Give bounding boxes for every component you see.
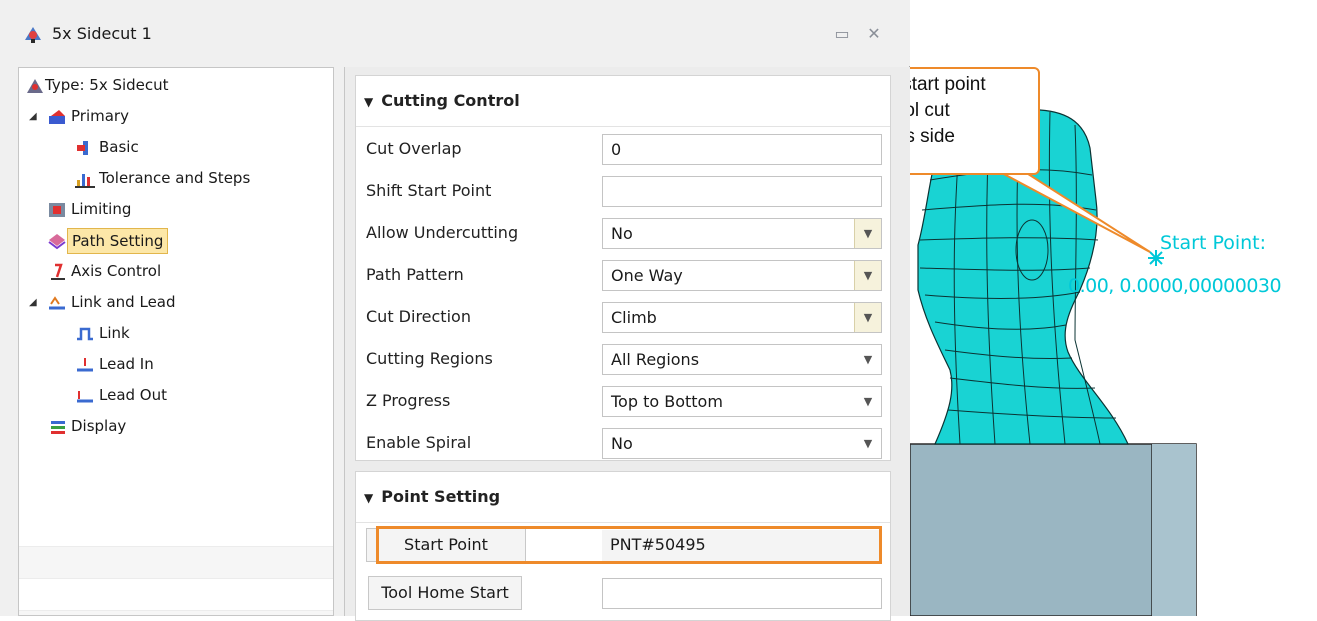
dropdown-arrow-icon[interactable]: ▼	[855, 387, 881, 416]
dropdown-arrow-icon[interactable]: ▼	[855, 345, 881, 374]
field-value: 0	[611, 140, 622, 159]
row-tool-home-start: Tool Home Start	[356, 572, 890, 614]
link-icon	[77, 327, 93, 341]
start-point-coordinates: 0.00, 0.0000,00000030	[1068, 275, 1282, 297]
tree-item-label: Link	[99, 324, 130, 342]
stock-block	[909, 443, 1197, 616]
field-label: Cut Overlap	[366, 139, 462, 158]
cut-direction-combo[interactable]: Climb ▼	[602, 302, 882, 333]
tool-home-start-input[interactable]	[602, 578, 882, 609]
field-value: Top to Bottom	[611, 392, 723, 411]
field-label: Cutting Regions	[366, 349, 493, 368]
tree-item-label: Display	[71, 417, 127, 435]
row-cut-direction: Cut Direction Climb ▼	[356, 296, 890, 338]
field-value: All Regions	[611, 350, 700, 369]
expand-arrow-icon[interactable]: ◢	[29, 287, 37, 318]
operation-type-icon	[27, 79, 43, 93]
close-icon[interactable]: ✕	[866, 26, 882, 42]
tree-empty-rows	[19, 515, 333, 615]
tree-item-label: Basic	[99, 138, 139, 156]
z-progress-dropdown[interactable]: Top to Bottom ▼	[602, 386, 882, 417]
sidecut-dialog: 5x Sidecut 1 ▭ ✕ Type: 5x Sidecut ◢ Prim…	[0, 0, 910, 621]
dropdown-arrow-icon[interactable]: ▼	[854, 219, 881, 248]
row-cutting-regions: Cutting Regions All Regions ▼	[356, 338, 890, 380]
section-title: Cutting Control	[381, 91, 520, 110]
axis-control-icon	[51, 263, 65, 280]
dropdown-arrow-icon[interactable]: ▼	[854, 261, 881, 290]
start-point-label: Start Point:	[1160, 232, 1267, 254]
cutting-control-section: ▼ Cutting Control Cut Overlap 0 Shift Sta…	[355, 75, 891, 461]
lead-out-icon	[77, 391, 93, 403]
field-label: Path Pattern	[366, 265, 464, 284]
row-start-point: Start Point PNT#50495	[356, 524, 890, 566]
start-point-highlight	[376, 526, 882, 564]
cutting-regions-dropdown[interactable]: All Regions ▼	[602, 344, 882, 375]
row-cut-overlap: Cut Overlap 0	[356, 128, 890, 170]
tree-item-label: Limiting	[71, 200, 132, 218]
comment-icon[interactable]: ▭	[834, 26, 850, 42]
collapse-triangle-icon: ▼	[364, 491, 374, 505]
collapse-triangle-icon: ▼	[364, 95, 374, 109]
dialog-title: 5x Sidecut 1	[52, 24, 152, 43]
row-shift-start-point: Shift Start Point	[356, 170, 890, 212]
primary-icon	[49, 110, 65, 124]
point-setting-section: ▼ Point Setting Start Point PNT#50495 Too…	[355, 471, 891, 621]
tree-item-label: Path Setting	[67, 228, 169, 254]
field-value: No	[611, 224, 633, 243]
field-label: Cut Direction	[366, 307, 471, 326]
field-label: Enable Spiral	[366, 433, 472, 452]
dialog-titlebar[interactable]: 5x Sidecut 1 ▭ ✕	[0, 0, 910, 66]
path-setting-icon	[48, 234, 66, 250]
row-path-pattern: Path Pattern One Way ▼	[356, 254, 890, 296]
field-label: Allow Undercutting	[366, 223, 519, 242]
row-z-progress: Z Progress Top to Bottom ▼	[356, 380, 890, 422]
cut-overlap-input[interactable]: 0	[602, 134, 882, 165]
tolerance-icon	[75, 174, 95, 188]
expand-arrow-icon[interactable]: ◢	[29, 101, 37, 132]
path-pattern-combo[interactable]: One Way ▼	[602, 260, 882, 291]
field-label: Z Progress	[366, 391, 451, 410]
display-icon	[51, 421, 65, 434]
tree-item-label: Lead In	[99, 355, 154, 373]
dropdown-arrow-icon[interactable]: ▼	[855, 429, 881, 458]
button-label: Tool Home Start	[381, 583, 509, 602]
tree-item-label: Link and Lead	[71, 293, 176, 311]
cutting-control-header[interactable]: ▼ Cutting Control	[356, 76, 890, 127]
tree-item-label: Tolerance and Steps	[99, 169, 251, 187]
section-title: Point Setting	[381, 487, 501, 506]
shift-start-point-input[interactable]	[602, 176, 882, 207]
enable-spiral-dropdown[interactable]: No ▼	[602, 428, 882, 459]
tool-home-start-button[interactable]: Tool Home Start	[368, 576, 522, 610]
point-setting-header[interactable]: ▼ Point Setting	[356, 472, 890, 523]
field-value: No	[611, 434, 633, 453]
property-panel: ▼ Cutting Control Cut Overlap 0 Shift Sta…	[344, 67, 910, 621]
allow-undercutting-combo[interactable]: No ▼	[602, 218, 882, 249]
tree-item-label: Lead Out	[99, 386, 167, 404]
field-value: One Way	[611, 266, 683, 285]
row-allow-undercutting: Allow Undercutting No ▼	[356, 212, 890, 254]
tree-item-label: Type: 5x Sidecut	[45, 76, 169, 94]
parameter-tree: Type: 5x Sidecut ◢ Primary Basic Toleran…	[18, 67, 334, 616]
tree-item-label: Primary	[71, 107, 129, 125]
field-label: Shift Start Point	[366, 181, 492, 200]
field-value: Climb	[611, 308, 657, 327]
tree-item-label: Axis Control	[71, 262, 162, 280]
lead-in-icon	[77, 358, 93, 372]
basic-icon	[77, 141, 88, 155]
limiting-icon	[49, 203, 65, 217]
row-enable-spiral: Enable Spiral No ▼	[356, 422, 890, 464]
sidecut-app-icon	[25, 27, 41, 43]
link-lead-icon	[49, 296, 65, 310]
dropdown-arrow-icon[interactable]: ▼	[854, 303, 881, 332]
